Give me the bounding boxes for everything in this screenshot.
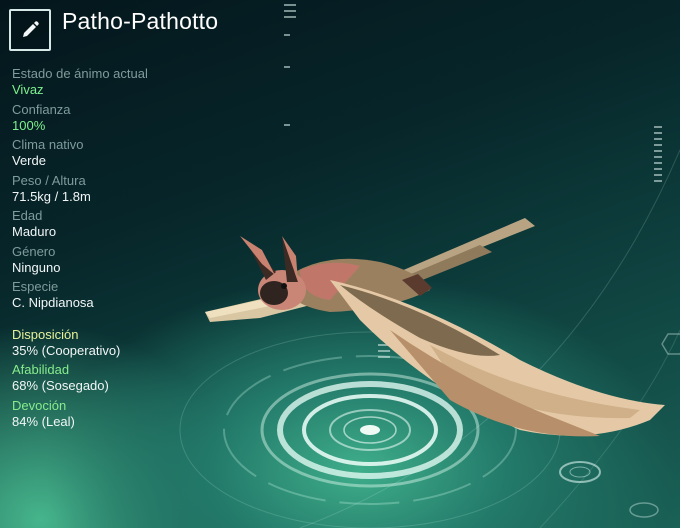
stat-label: Peso / Altura — [12, 172, 86, 188]
trait-disposition: Disposición 35% (Cooperativo) — [12, 327, 232, 359]
stat-gender: Género Ninguno — [12, 244, 232, 276]
trait-value: 68% (Sosegado) — [12, 378, 109, 393]
stat-label: Especie — [12, 279, 59, 294]
edit-name-button[interactable] — [9, 9, 51, 51]
stat-value: Verde — [12, 153, 46, 168]
stat-label: Edad — [12, 208, 43, 223]
trait-label: Afabilidad — [12, 362, 70, 377]
pencil-icon — [23, 21, 39, 37]
pal-name: Patho-Pathotto — [62, 8, 219, 34]
stat-label: Confianza — [12, 101, 71, 117]
trait-value: 35% (Cooperativo) — [12, 342, 121, 358]
stat-label: Clima nativo — [12, 137, 84, 152]
stat-mood: Estado de ánimo actual Vivaz — [12, 66, 232, 98]
trait-label: Disposición — [12, 326, 79, 342]
stat-species: Especie C. Nipdianosa — [12, 279, 232, 311]
trait-value: 84% (Leal) — [12, 413, 75, 429]
stat-label: Estado de ánimo actual — [12, 66, 148, 81]
stat-value: 100% — [12, 117, 46, 133]
stat-value: Vivaz — [12, 82, 44, 97]
trait-label: Devoción — [12, 397, 67, 413]
trait-devotion: Devoción 84% (Leal) — [12, 398, 232, 430]
stat-age: Edad Maduro — [12, 208, 232, 240]
stat-climate: Clima nativo Verde — [12, 137, 232, 169]
trait-friendliness: Afabilidad 68% (Sosegado) — [12, 362, 232, 394]
stat-value: 71.5kg / 1.8m — [12, 188, 91, 204]
stat-label: Género — [12, 243, 56, 259]
pal-stats-panel: Estado de ánimo actual Vivaz Confianza 1… — [12, 66, 232, 433]
stat-trust: Confianza 100% — [12, 102, 232, 134]
stat-weight-height: Peso / Altura 71.5kg / 1.8m — [12, 173, 232, 205]
stat-value: Maduro — [12, 224, 57, 239]
stat-value: C. Nipdianosa — [12, 295, 94, 310]
stat-value: Ninguno — [12, 259, 61, 275]
